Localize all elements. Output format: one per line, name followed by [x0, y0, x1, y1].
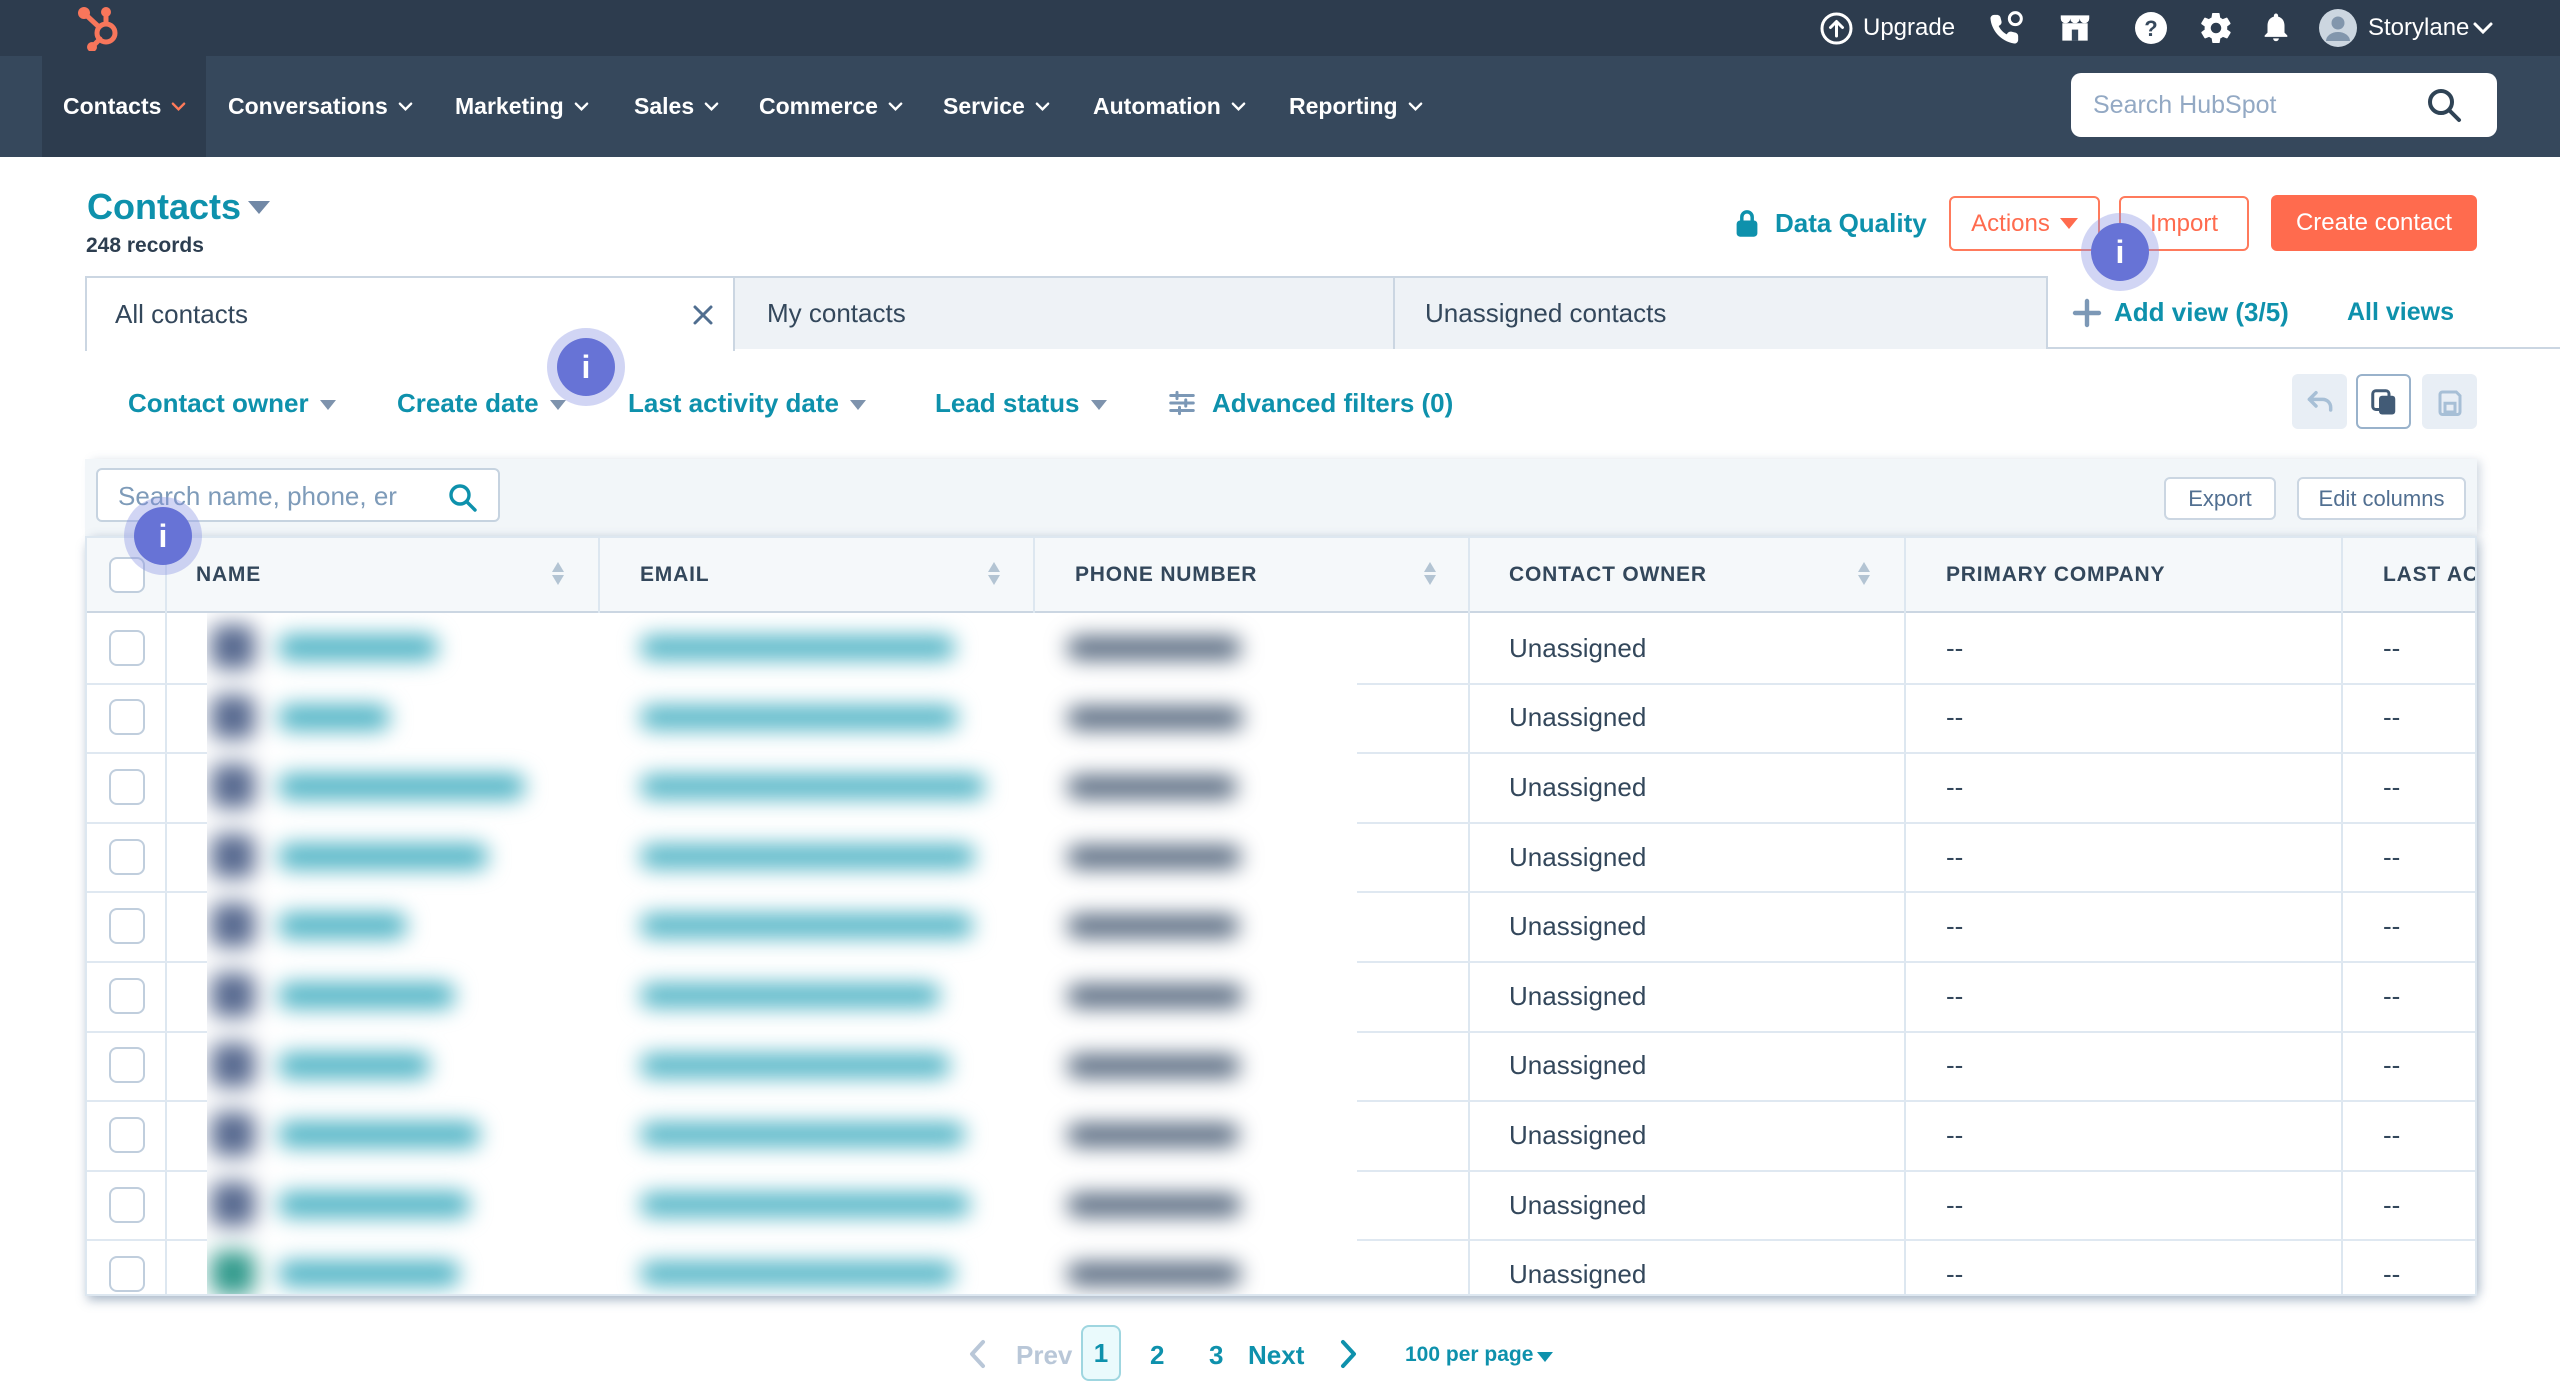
svg-text:?: ? — [2144, 16, 2157, 41]
